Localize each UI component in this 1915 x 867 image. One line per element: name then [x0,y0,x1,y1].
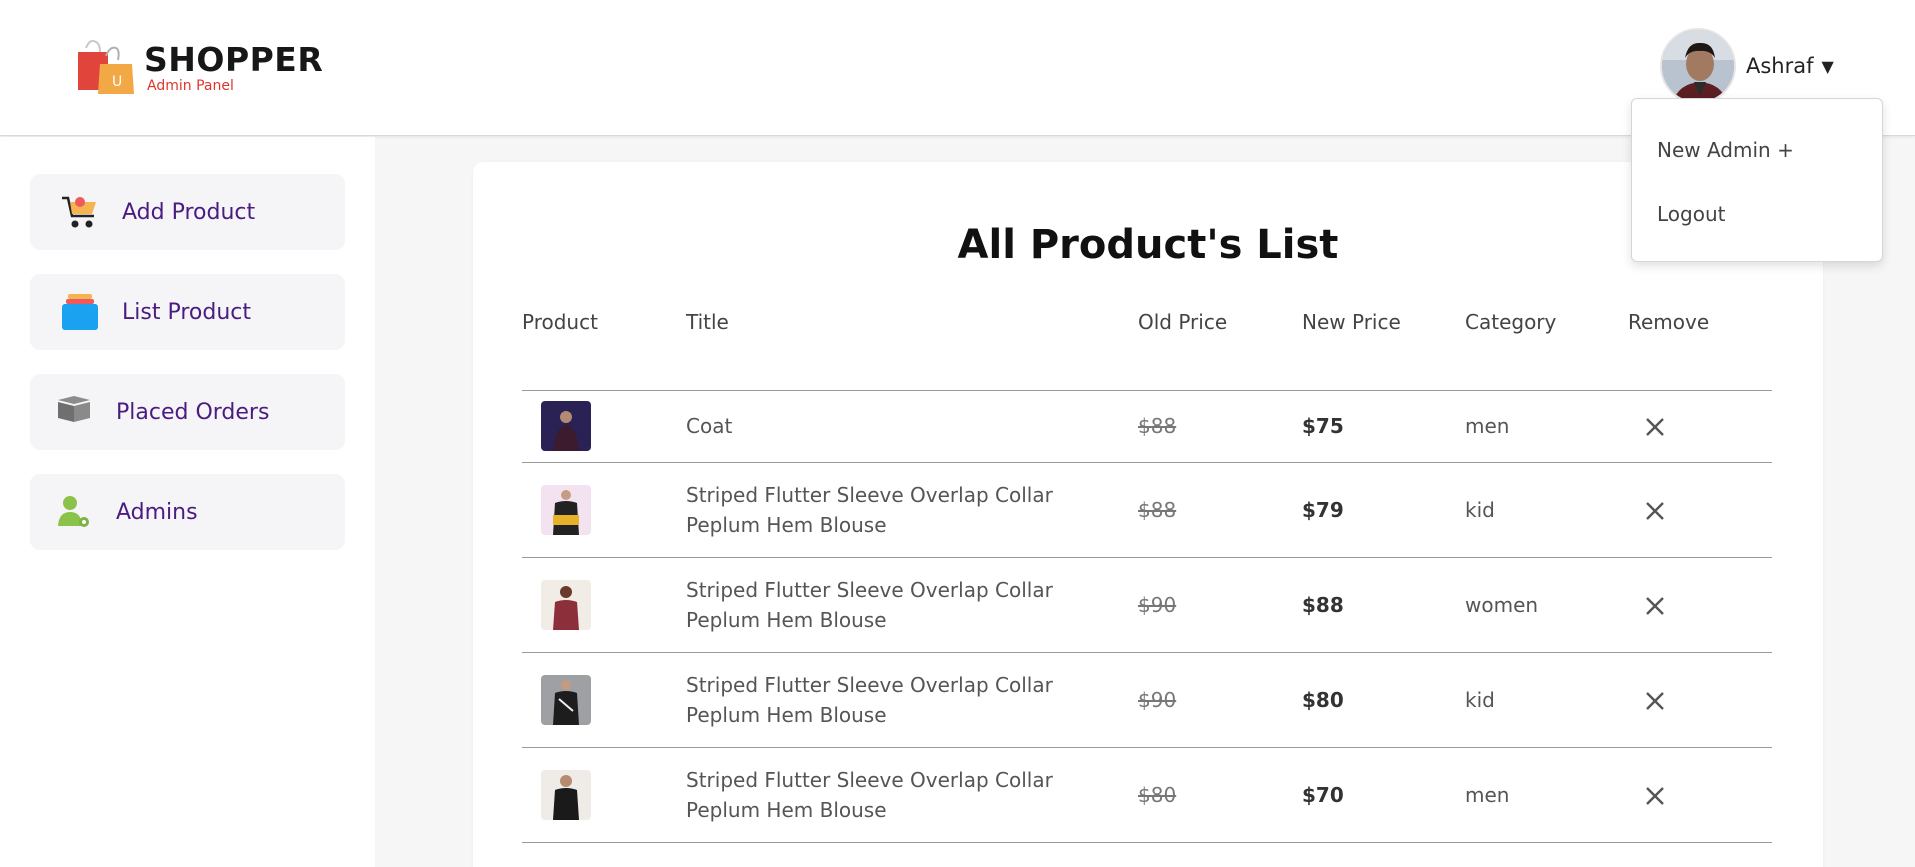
old-price: $90 [1138,593,1177,617]
product-category: kid [1465,688,1495,712]
old-price: $90 [1138,688,1177,712]
old-price: $88 [1138,498,1177,522]
sidebar-item-placed-orders[interactable]: Placed Orders [30,374,345,450]
table-row: Coat $88 $75 men [522,391,1772,461]
table-row: Striped Flutter Sleeve Overlap Collar Pe… [522,558,1772,652]
column-header-remove: Remove [1628,310,1710,334]
product-thumbnail[interactable] [541,770,591,820]
product-list-card: All Product's List Product Title Old Pri… [473,162,1823,867]
old-price: $80 [1138,783,1177,807]
sidebar-item-label: Admins [116,499,198,525]
box-icon [54,392,94,432]
sidebar-item-label: Add Product [122,199,256,225]
sidebar-item-list-product[interactable]: List Product [30,274,345,350]
remove-icon[interactable] [1643,415,1667,439]
sidebar: Add Product List Product Placed Orders A… [0,137,375,867]
user-dropdown-menu: New Admin + Logout [1631,98,1883,262]
top-header: U SHOPPER Admin Panel Ashraf ▼ [0,0,1915,136]
shopping-bag-icon: U [76,38,134,94]
logo[interactable]: U SHOPPER Admin Panel [76,38,323,94]
admin-user-icon [54,492,94,532]
cart-icon [60,192,100,232]
product-category: men [1465,414,1510,438]
new-price: $80 [1302,688,1344,712]
new-admin-menu-item[interactable]: New Admin + [1657,138,1794,162]
table-row: Striped Flutter Sleeve Overlap Collar Pe… [522,653,1772,747]
new-price: $70 [1302,783,1344,807]
remove-icon[interactable] [1643,594,1667,618]
product-thumbnail[interactable] [541,401,591,451]
product-title: Striped Flutter Sleeve Overlap Collar Pe… [686,768,1053,822]
remove-icon[interactable] [1643,784,1667,808]
brand-subtitle: Admin Panel [147,78,234,94]
product-thumbnail[interactable] [541,580,591,630]
new-price: $88 [1302,593,1344,617]
column-header-old-price: Old Price [1138,310,1228,334]
column-header-category: Category [1465,310,1557,334]
logout-menu-item[interactable]: Logout [1657,202,1725,226]
sidebar-item-label: List Product [122,299,251,325]
row-divider [522,842,1772,843]
user-name: Ashraf [1746,54,1814,78]
caret-down-icon: ▼ [1821,56,1834,76]
svg-text:U: U [112,74,122,90]
brand-name: SHOPPER [144,40,324,79]
remove-icon[interactable] [1643,499,1667,523]
new-price: $75 [1302,414,1344,438]
sidebar-item-admins[interactable]: Admins [30,474,345,550]
product-thumbnail[interactable] [541,485,591,535]
product-title: Coat [686,414,733,438]
old-price: $88 [1138,414,1177,438]
table-row: Striped Flutter Sleeve Overlap Collar Pe… [522,463,1772,557]
product-category: women [1465,593,1539,617]
column-header-title: Title [686,310,729,334]
user-menu-toggle[interactable]: Ashraf ▼ [1660,28,1834,104]
product-title: Striped Flutter Sleeve Overlap Collar Pe… [686,578,1053,632]
product-title: Striped Flutter Sleeve Overlap Collar Pe… [686,483,1053,537]
product-category: men [1465,783,1510,807]
page-title: All Product's List [957,222,1339,268]
new-price: $79 [1302,498,1344,522]
sidebar-item-label: Placed Orders [116,399,270,425]
remove-icon[interactable] [1643,689,1667,713]
product-category: kid [1465,498,1495,522]
table-row: Striped Flutter Sleeve Overlap Collar Pe… [522,748,1772,842]
column-header-product: Product [522,310,598,334]
column-header-new-price: New Price [1302,310,1401,334]
stack-icon [60,292,100,332]
avatar [1660,28,1736,104]
product-thumbnail[interactable] [541,675,591,725]
product-title: Striped Flutter Sleeve Overlap Collar Pe… [686,673,1053,727]
sidebar-item-add-product[interactable]: Add Product [30,174,345,250]
